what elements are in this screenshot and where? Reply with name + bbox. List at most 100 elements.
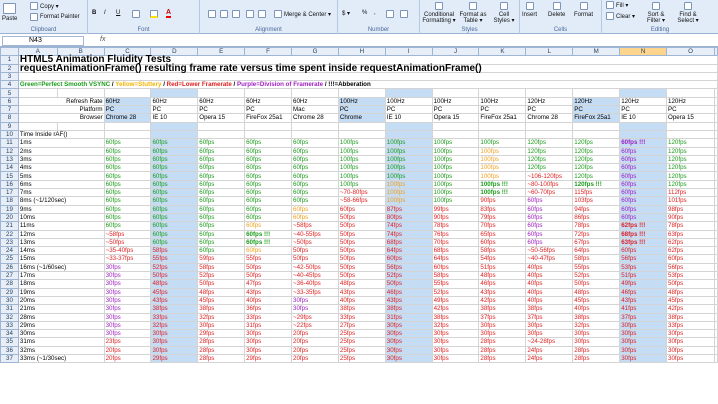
fps-cell[interactable]: 29fps [197, 329, 246, 339]
fps-cell[interactable]: 60fps [291, 188, 339, 198]
fps-cell[interactable]: 30fps [384, 329, 433, 339]
fps-cell[interactable]: 120fps [666, 179, 715, 190]
fps-cell[interactable]: ~40-55fps [291, 229, 339, 239]
row-header-18[interactable]: 18 [0, 196, 19, 206]
font-color-button[interactable]: A [166, 9, 172, 18]
fps-cell[interactable]: 60fps [103, 138, 152, 148]
row-header-6[interactable]: 6 [0, 96, 19, 107]
fps-cell[interactable]: 46fps [478, 279, 527, 289]
fps-cell[interactable]: 20fps [291, 345, 339, 356]
row-header-8[interactable]: 8 [0, 113, 19, 123]
fps-cell[interactable]: 60fps [150, 179, 199, 190]
fps-cell[interactable]: 30fps [291, 304, 339, 314]
fps-cell[interactable]: 48fps [572, 287, 621, 297]
cell[interactable] [714, 96, 718, 107]
fps-cell[interactable]: 30fps [619, 345, 668, 356]
fps-cell[interactable]: 60fps [103, 179, 152, 190]
fps-cell[interactable]: 60fps [244, 188, 293, 198]
fps-cell[interactable]: 112fps [666, 188, 715, 198]
fps-cell[interactable]: 60fps [197, 171, 246, 181]
fps-cell[interactable]: 47fps [244, 279, 293, 289]
fps-cell[interactable]: 62fps !!! [619, 221, 668, 231]
fps-cell[interactable]: 30fps [103, 312, 152, 322]
row-header-2[interactable]: 2 [0, 63, 19, 73]
time-label[interactable]: Time Inside rAF() [17, 129, 105, 140]
header-cell-platform[interactable]: PC [150, 105, 199, 115]
fps-cell[interactable]: 45fps [150, 287, 199, 297]
fps-cell[interactable]: 30fps [666, 337, 715, 347]
fps-cell[interactable]: 60fps [150, 237, 199, 248]
fps-cell[interactable]: 50fps [666, 279, 715, 289]
fps-cell[interactable]: 70fps [431, 237, 480, 248]
cell[interactable] [714, 270, 718, 281]
fps-cell[interactable]: 83fps [478, 204, 527, 214]
fps-cell[interactable]: 25fps [337, 353, 386, 364]
fps-cell[interactable]: ~106-120fps [525, 171, 574, 181]
cell[interactable] [384, 129, 433, 140]
align-left-button[interactable] [208, 10, 216, 18]
format-painter-button[interactable]: Format Painter [30, 13, 80, 21]
fps-cell[interactable]: 30fps [291, 295, 339, 306]
header-cell-refresh[interactable]: 60Hz [291, 96, 339, 107]
fps-cell[interactable]: 100fps [384, 188, 433, 198]
fps-cell[interactable]: 30fps [525, 329, 574, 339]
increase-indent-button[interactable] [258, 10, 266, 18]
header-cell-platform[interactable]: PC [619, 105, 668, 115]
fps-cell[interactable]: 100fps [431, 188, 480, 198]
header-cell-browser[interactable]: Opera 15 [431, 113, 480, 123]
time-label-cell[interactable]: 12ms [17, 229, 105, 239]
fps-cell[interactable]: 64fps [384, 246, 433, 256]
fps-cell[interactable]: ~80-100fps [525, 179, 574, 190]
fps-cell[interactable]: 28fps [478, 337, 527, 347]
header-cell-browser[interactable]: IE 10 [619, 113, 668, 123]
cell[interactable] [714, 246, 718, 256]
fps-cell[interactable]: 50fps [291, 254, 339, 264]
fps-cell[interactable]: 49fps [619, 279, 668, 289]
fps-cell[interactable]: 51fps [619, 270, 668, 281]
fps-cell[interactable]: 60fps [291, 138, 339, 148]
cell[interactable] [17, 121, 58, 131]
fps-cell[interactable]: 58fps [197, 262, 246, 273]
cell[interactable] [714, 229, 718, 239]
fps-cell[interactable]: 60fps [244, 154, 293, 165]
fps-cell[interactable]: 30fps [619, 353, 668, 364]
fps-cell[interactable]: 100fps [431, 196, 480, 206]
header-cell-browser[interactable]: Chrome 28 [525, 113, 574, 123]
fps-cell[interactable]: 60fps [103, 221, 152, 231]
cell[interactable] [197, 88, 246, 98]
merge-center-button[interactable]: Merge & Center ▾ [274, 10, 331, 18]
fps-cell[interactable]: 37fps [478, 312, 527, 322]
fps-cell[interactable]: 55fps [244, 254, 293, 264]
fps-cell[interactable]: 52fps [384, 270, 433, 281]
fps-cell[interactable]: 51fps [478, 262, 527, 273]
fps-cell[interactable]: 20fps [103, 345, 152, 356]
increase-decimal-button[interactable] [386, 10, 394, 18]
fill-button[interactable]: Fill ▾ [606, 1, 628, 9]
fps-cell[interactable]: 60fps [150, 212, 199, 223]
time-label-cell[interactable]: 18ms [17, 279, 105, 289]
header-cell-platform[interactable]: Mac [291, 105, 339, 115]
fps-cell[interactable]: 38fps [337, 304, 386, 314]
header-cell-browser[interactable]: Opera 15 [666, 113, 715, 123]
fps-cell[interactable]: 60fps [150, 163, 199, 173]
fps-cell[interactable]: 90fps [431, 212, 480, 223]
cell[interactable] [478, 121, 527, 131]
fps-cell[interactable]: 50fps [337, 221, 386, 231]
fps-cell[interactable]: 60fps [619, 188, 668, 198]
cell[interactable] [431, 121, 480, 131]
row-header-9[interactable]: 9 [0, 121, 19, 131]
fps-cell[interactable]: 60fps [244, 146, 293, 156]
header-cell-refresh[interactable]: 120Hz [525, 96, 574, 107]
fps-cell[interactable]: 60fps [150, 221, 199, 231]
fps-cell[interactable]: 80fps [384, 212, 433, 223]
fps-cell[interactable]: 60fps [619, 179, 668, 190]
fps-cell[interactable]: 20fps [103, 353, 152, 364]
cell[interactable] [714, 188, 718, 198]
fps-cell[interactable]: 50fps [337, 270, 386, 281]
underline-button[interactable]: U [116, 10, 120, 16]
fps-cell[interactable]: 40fps [525, 270, 574, 281]
fps-cell[interactable]: 60fps !!! [619, 138, 668, 148]
fps-cell[interactable]: ~35-40fps [103, 246, 152, 256]
fps-cell[interactable]: 120fps [525, 146, 574, 156]
time-label-cell[interactable]: 33ms (~1/30sec) [17, 353, 105, 364]
